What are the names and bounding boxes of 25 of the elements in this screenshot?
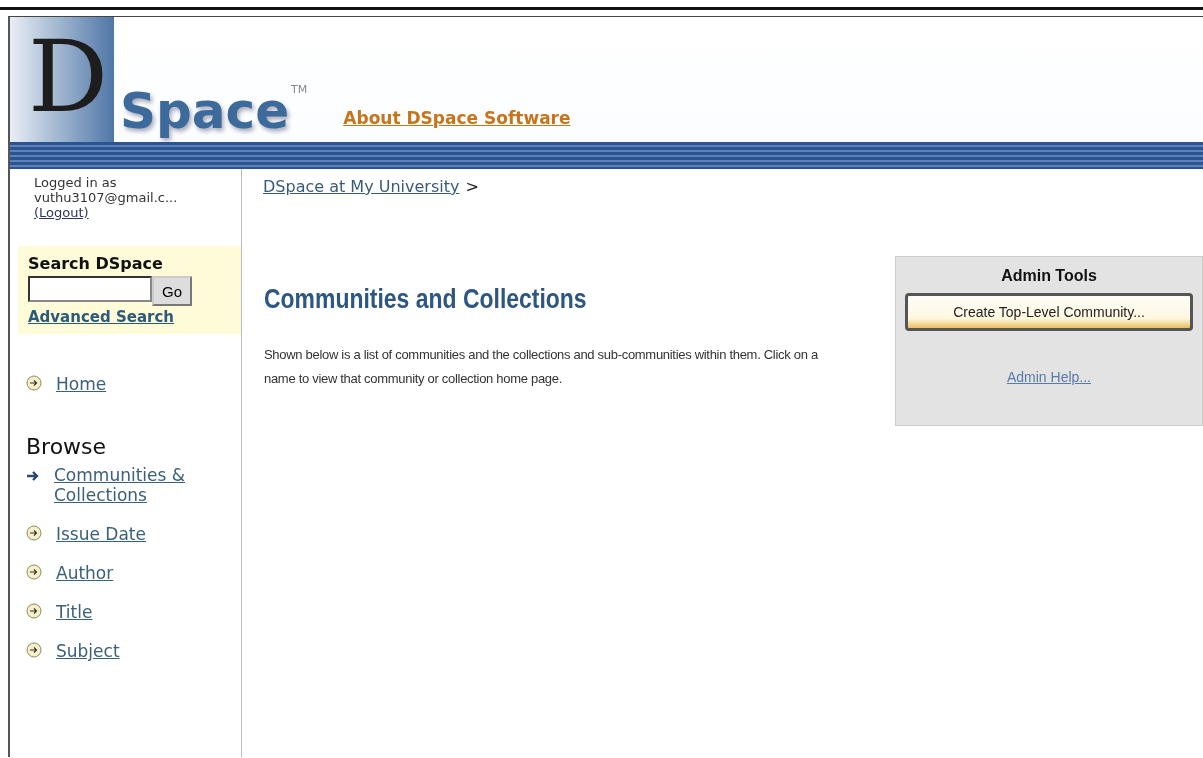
browse-heading: Browse: [25, 434, 108, 459]
browse-link[interactable]: Subject: [56, 641, 206, 661]
advanced-search-link[interactable]: Advanced Search: [28, 308, 174, 326]
admin-help-link[interactable]: Admin Help...: [1006, 369, 1091, 385]
login-label: Logged in as: [34, 175, 117, 190]
trademark: TM: [291, 83, 308, 96]
logo-word: Space: [120, 86, 290, 136]
logo-initial: D: [28, 27, 109, 127]
browse-link[interactable]: Communities & Collections: [54, 465, 204, 505]
home-link[interactable]: Home: [56, 374, 206, 394]
browse-link[interactable]: Title: [56, 602, 206, 622]
breadcrumb-link[interactable]: DSpace at My University: [263, 177, 460, 196]
create-community-button[interactable]: Create Top-Level Community...: [905, 293, 1193, 331]
page-title: Communities and Collections: [264, 284, 588, 315]
go-button[interactable]: Go: [152, 276, 192, 306]
search-title: Search DSpace: [28, 254, 163, 273]
search-field[interactable]: [28, 276, 152, 302]
page-description: Shown below is a list of communities and the collections and sub-communities within them. Click on a name to view that community or collection home page.: [264, 346, 819, 388]
admin-tools-title: Admin Tools: [1001, 267, 1097, 285]
browse-link[interactable]: Author: [56, 563, 206, 583]
browse-link[interactable]: Issue Date: [56, 524, 206, 544]
logout-link[interactable]: (Logout): [34, 205, 89, 220]
about-link[interactable]: About DSpace Software: [343, 108, 571, 128]
breadcrumb-separator: >: [465, 177, 479, 196]
user-email: vuthu3107@gmail.c...: [34, 190, 178, 205]
